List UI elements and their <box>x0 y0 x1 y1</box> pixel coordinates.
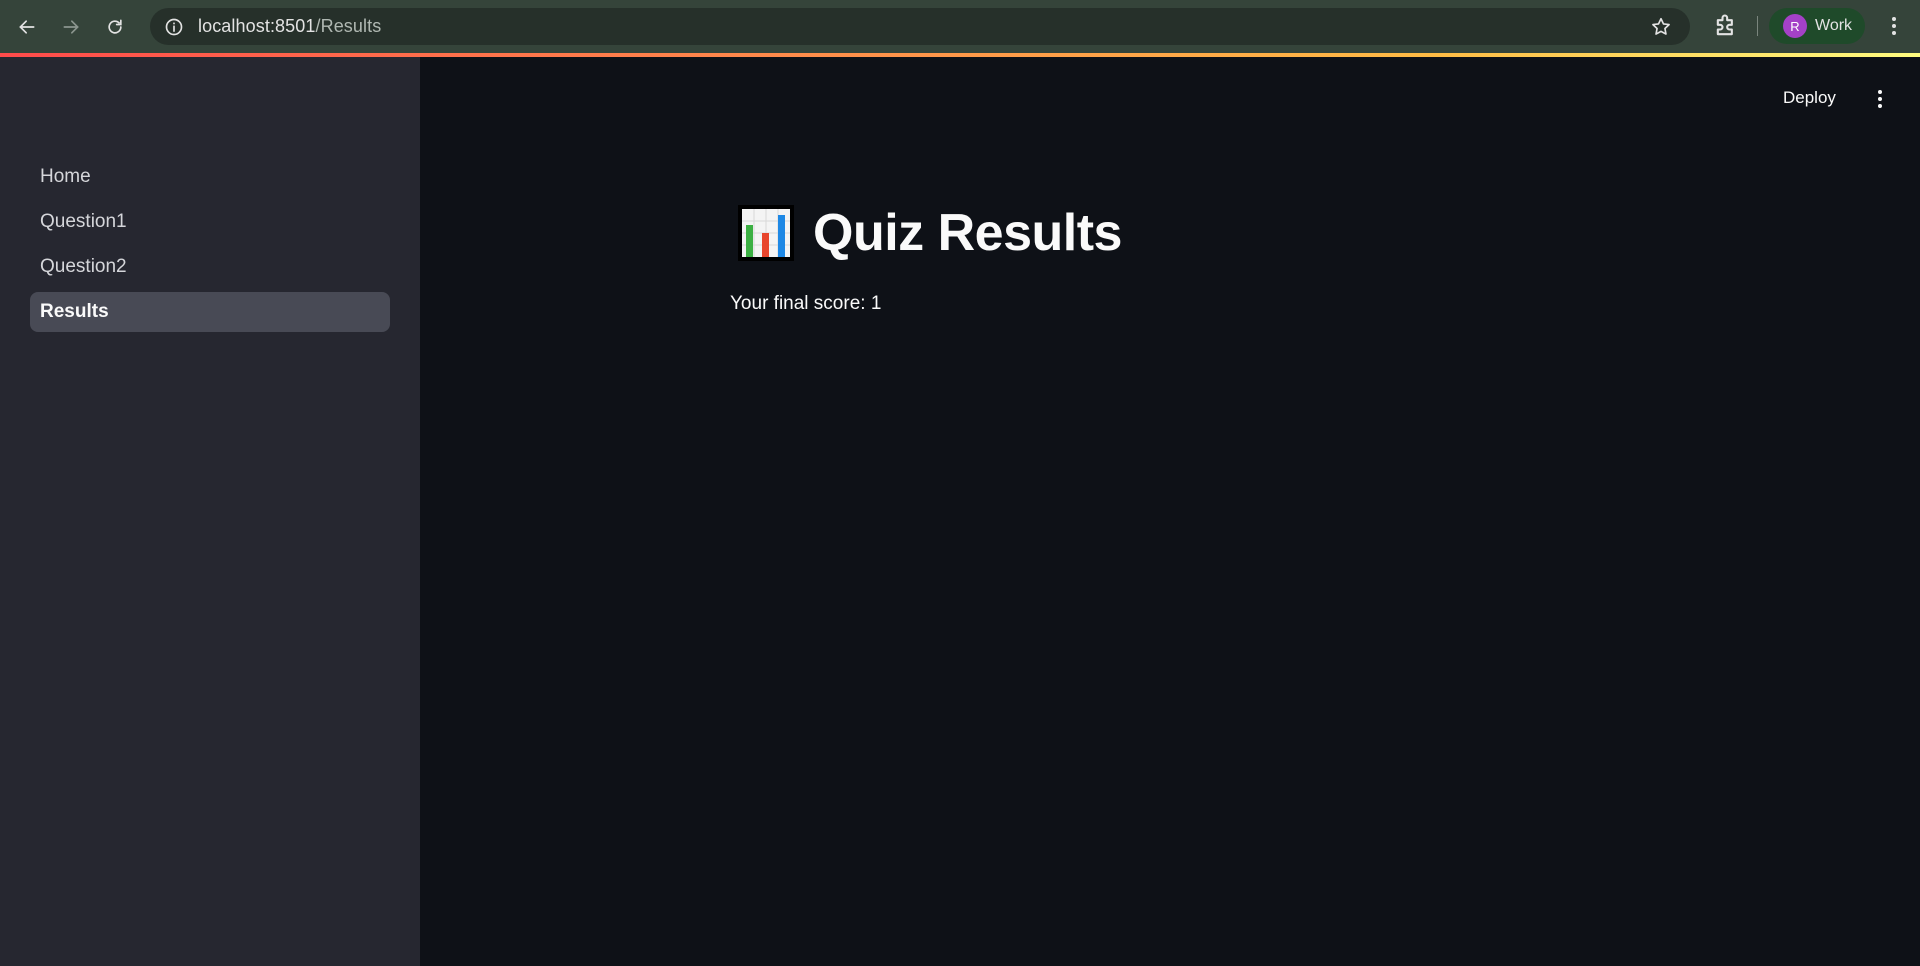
sidebar-item-label: Home <box>40 166 91 187</box>
reload-button[interactable] <box>93 5 137 49</box>
address-bar[interactable]: localhost:8501/Results <box>150 8 1690 45</box>
reload-icon <box>108 19 122 34</box>
sidebar-item-home[interactable]: Home <box>30 157 390 197</box>
bar-chart-icon <box>738 205 794 261</box>
bookmark-star-icon[interactable] <box>1650 16 1672 38</box>
url-text[interactable]: localhost:8501/Results <box>198 16 381 37</box>
profile-label: Work <box>1815 17 1853 34</box>
avatar: R <box>1783 14 1807 38</box>
sidebar: Home Question1 Question2 Results <box>0 57 420 966</box>
sidebar-item-question1[interactable]: Question1 <box>30 202 390 242</box>
page-title: Quiz Results <box>813 204 1122 262</box>
url-host: localhost:8501 <box>198 16 316 36</box>
toolbar-divider <box>1757 16 1758 36</box>
profile-button[interactable]: R Work <box>1769 8 1865 44</box>
arrow-right-icon <box>63 19 79 34</box>
arrow-left-icon <box>19 19 35 34</box>
sidebar-item-label: Question2 <box>40 256 127 277</box>
browser-toolbar: localhost:8501/Results R Work <box>0 0 1920 53</box>
sidebar-item-results[interactable]: Results <box>30 292 390 332</box>
deploy-button[interactable]: Deploy <box>1775 83 1844 113</box>
forward-button[interactable] <box>49 5 93 49</box>
sidebar-nav: Home Question1 Question2 Results <box>30 157 390 337</box>
site-info-icon[interactable] <box>164 17 184 37</box>
page-title-row: Quiz Results <box>736 203 1122 263</box>
back-button[interactable] <box>5 5 49 49</box>
sidebar-item-label: Results <box>40 301 109 322</box>
browser-menu-icon[interactable] <box>1882 12 1906 40</box>
extensions-icon[interactable] <box>1712 12 1740 40</box>
main-menu-icon[interactable] <box>1868 87 1892 111</box>
url-path: /Results <box>315 16 382 36</box>
main-content: Deploy Quiz Results Your final score: 1 <box>420 57 1920 966</box>
sidebar-item-label: Question1 <box>40 211 127 232</box>
sidebar-item-question2[interactable]: Question2 <box>30 247 390 287</box>
final-score-text: Your final score: 1 <box>730 293 882 314</box>
